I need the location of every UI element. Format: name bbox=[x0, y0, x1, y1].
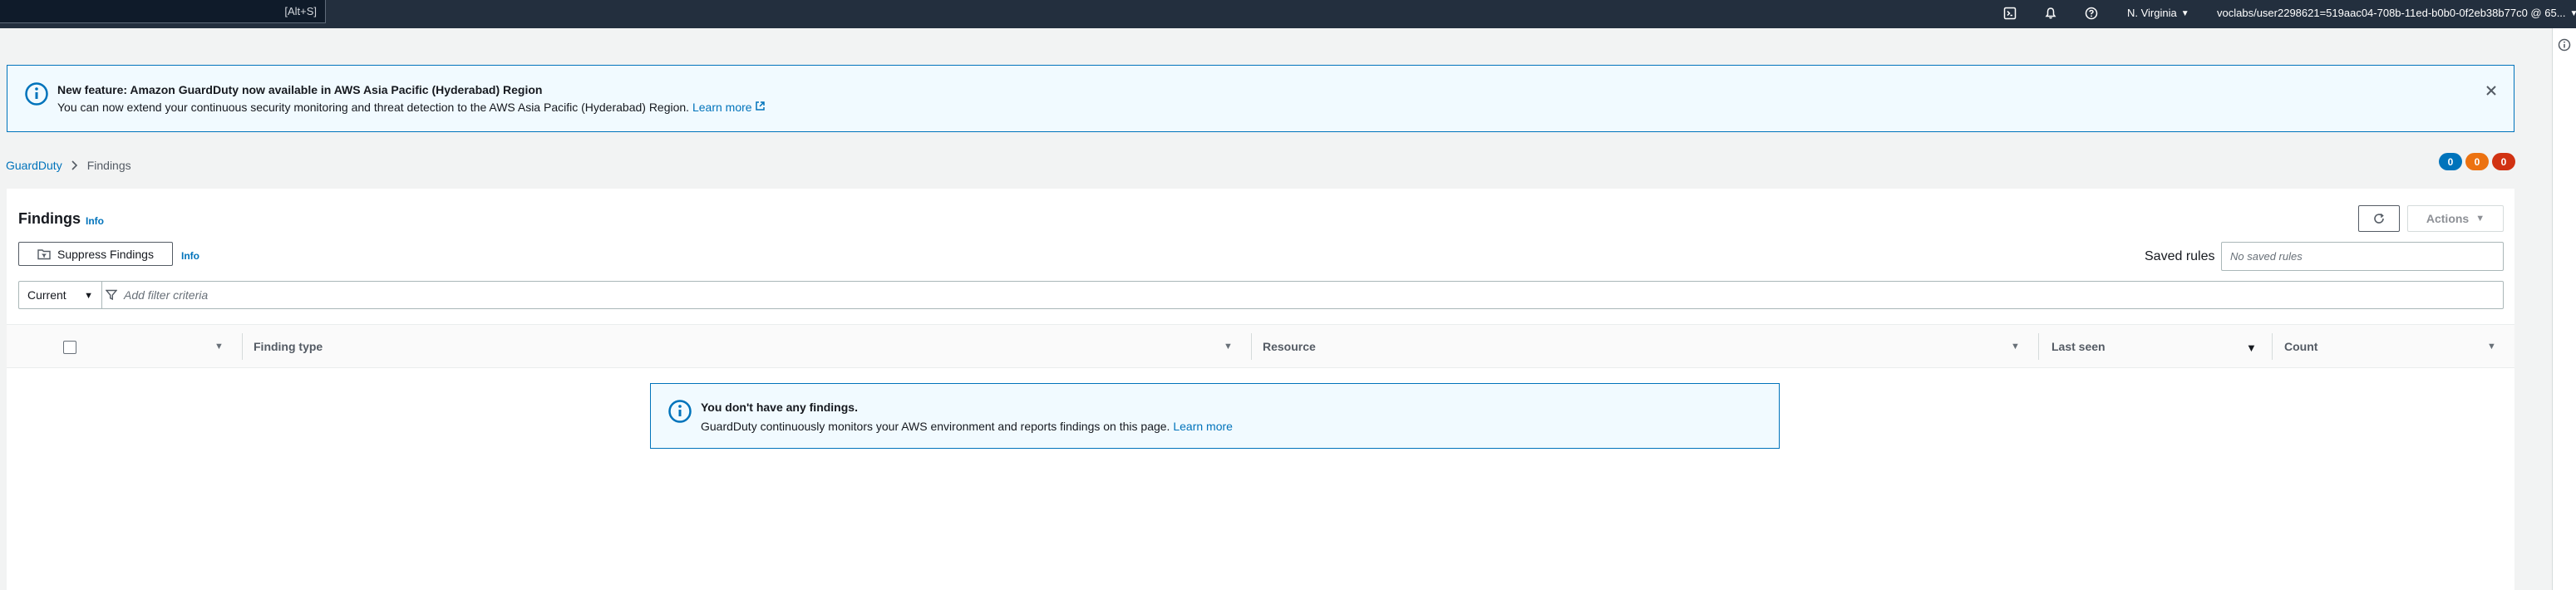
learn-more-link-label: Learn more bbox=[692, 101, 752, 114]
findings-info-link[interactable]: Info bbox=[86, 215, 104, 227]
breadcrumb-guardduty-link[interactable]: GuardDuty bbox=[6, 159, 62, 172]
saved-rules-select[interactable]: No saved rules bbox=[2221, 242, 2504, 271]
info-circle-icon bbox=[667, 399, 692, 428]
suppress-findings-label: Suppress Findings bbox=[57, 247, 154, 261]
high-severity-count-badge[interactable]: 0 bbox=[2492, 153, 2515, 170]
help-icon[interactable] bbox=[2082, 4, 2101, 22]
column-header-count[interactable]: Count bbox=[2284, 325, 2317, 367]
chevron-right-icon bbox=[71, 160, 79, 170]
region-selector[interactable]: N. Virginia ▼ bbox=[2127, 7, 2189, 19]
suppress-info-link[interactable]: Info bbox=[181, 250, 199, 262]
no-findings-body-text: GuardDuty continuously monitors your AWS… bbox=[701, 420, 1170, 433]
learn-more-link[interactable]: Learn more bbox=[692, 101, 766, 114]
column-header-resource[interactable]: Resource bbox=[1263, 325, 1316, 367]
findings-panel: Findings Info Suppress Findings Info Act… bbox=[7, 189, 2514, 590]
filter-bar: Current ▼ Add filter criteria bbox=[18, 281, 2504, 309]
no-findings-body: GuardDuty continuously monitors your AWS… bbox=[701, 420, 1233, 433]
caret-down-icon: ▼ bbox=[2180, 9, 2189, 18]
banner-body-text: You can now extend your continuous secur… bbox=[57, 101, 690, 114]
region-label: N. Virginia bbox=[2127, 7, 2177, 19]
account-label: voclabs/user2298621=519aac04-708b-11ed-b… bbox=[2217, 7, 2566, 19]
refresh-icon bbox=[2374, 213, 2384, 224]
actions-dropdown-button[interactable]: Actions ▼ bbox=[2407, 205, 2504, 232]
banner-body: You can now extend your continuous secur… bbox=[57, 101, 766, 114]
search-input[interactable]: [Alt+S] bbox=[0, 0, 326, 23]
caret-down-icon: ▼ bbox=[84, 291, 93, 301]
caret-down-icon: ▼ bbox=[2569, 9, 2576, 18]
sort-caret-icon[interactable]: ▼ bbox=[1224, 342, 1233, 352]
info-circle-icon bbox=[24, 81, 49, 111]
folder-filter-icon bbox=[37, 248, 51, 259]
banner-title: New feature: Amazon GuardDuty now availa… bbox=[57, 83, 543, 96]
finding-severity-counters: 0 0 0 bbox=[2439, 153, 2515, 170]
filter-funnel-icon bbox=[106, 289, 117, 301]
finding-scope-value: Current bbox=[27, 288, 66, 302]
cloudshell-icon[interactable] bbox=[2001, 4, 2019, 22]
filter-criteria-input[interactable]: Add filter criteria bbox=[106, 282, 208, 308]
top-navigation-bar: [Alt+S] N. Virginia ▼ voclabs/user2298621… bbox=[0, 0, 2576, 28]
account-menu[interactable]: voclabs/user2298621=519aac04-708b-11ed-b… bbox=[2217, 7, 2576, 19]
column-divider bbox=[2272, 333, 2273, 360]
sort-caret-icon[interactable]: ▼ bbox=[214, 342, 224, 352]
sort-caret-icon[interactable]: ▼ bbox=[2487, 342, 2496, 352]
column-header-last-seen[interactable]: Last seen bbox=[2051, 325, 2106, 367]
feature-announcement-banner: New feature: Amazon GuardDuty now availa… bbox=[7, 65, 2514, 132]
column-divider bbox=[1251, 333, 1252, 360]
actions-label: Actions bbox=[2426, 212, 2470, 225]
sort-caret-icon[interactable]: ▼ bbox=[2011, 342, 2020, 352]
low-severity-count-badge[interactable]: 0 bbox=[2439, 153, 2462, 170]
tools-panel-strip bbox=[2552, 28, 2576, 590]
external-link-icon bbox=[756, 101, 766, 111]
learn-more-link[interactable]: Learn more bbox=[1173, 420, 1233, 433]
breadcrumb: GuardDuty Findings bbox=[6, 159, 131, 172]
saved-rules-label: Saved rules bbox=[2145, 249, 2215, 263]
page-title: Findings bbox=[18, 210, 81, 227]
column-header-finding-type[interactable]: Finding type bbox=[254, 325, 323, 367]
medium-severity-count-badge[interactable]: 0 bbox=[2465, 153, 2489, 170]
suppress-findings-button[interactable]: Suppress Findings bbox=[18, 242, 173, 266]
caret-down-icon: ▼ bbox=[2475, 214, 2485, 224]
no-findings-title: You don't have any findings. bbox=[701, 401, 858, 414]
column-divider bbox=[2038, 333, 2039, 360]
search-shortcut-hint: [Alt+S] bbox=[284, 5, 317, 17]
notifications-bell-icon[interactable] bbox=[2042, 4, 2060, 22]
no-findings-message: You don't have any findings. GuardDuty c… bbox=[650, 383, 1780, 449]
column-divider bbox=[242, 333, 243, 360]
finding-scope-select[interactable]: Current ▼ bbox=[19, 282, 102, 308]
breadcrumb-current: Findings bbox=[86, 159, 131, 172]
info-icon[interactable] bbox=[2558, 38, 2571, 56]
findings-table-header: ▼ Finding type ▼ Resource ▼ Last seen ▼ … bbox=[7, 324, 2514, 368]
refresh-button[interactable] bbox=[2358, 205, 2400, 232]
close-icon[interactable] bbox=[2480, 80, 2502, 101]
select-all-checkbox[interactable] bbox=[63, 341, 76, 354]
filter-criteria-placeholder: Add filter criteria bbox=[124, 288, 209, 302]
sort-descending-icon[interactable]: ▼ bbox=[2246, 342, 2257, 354]
